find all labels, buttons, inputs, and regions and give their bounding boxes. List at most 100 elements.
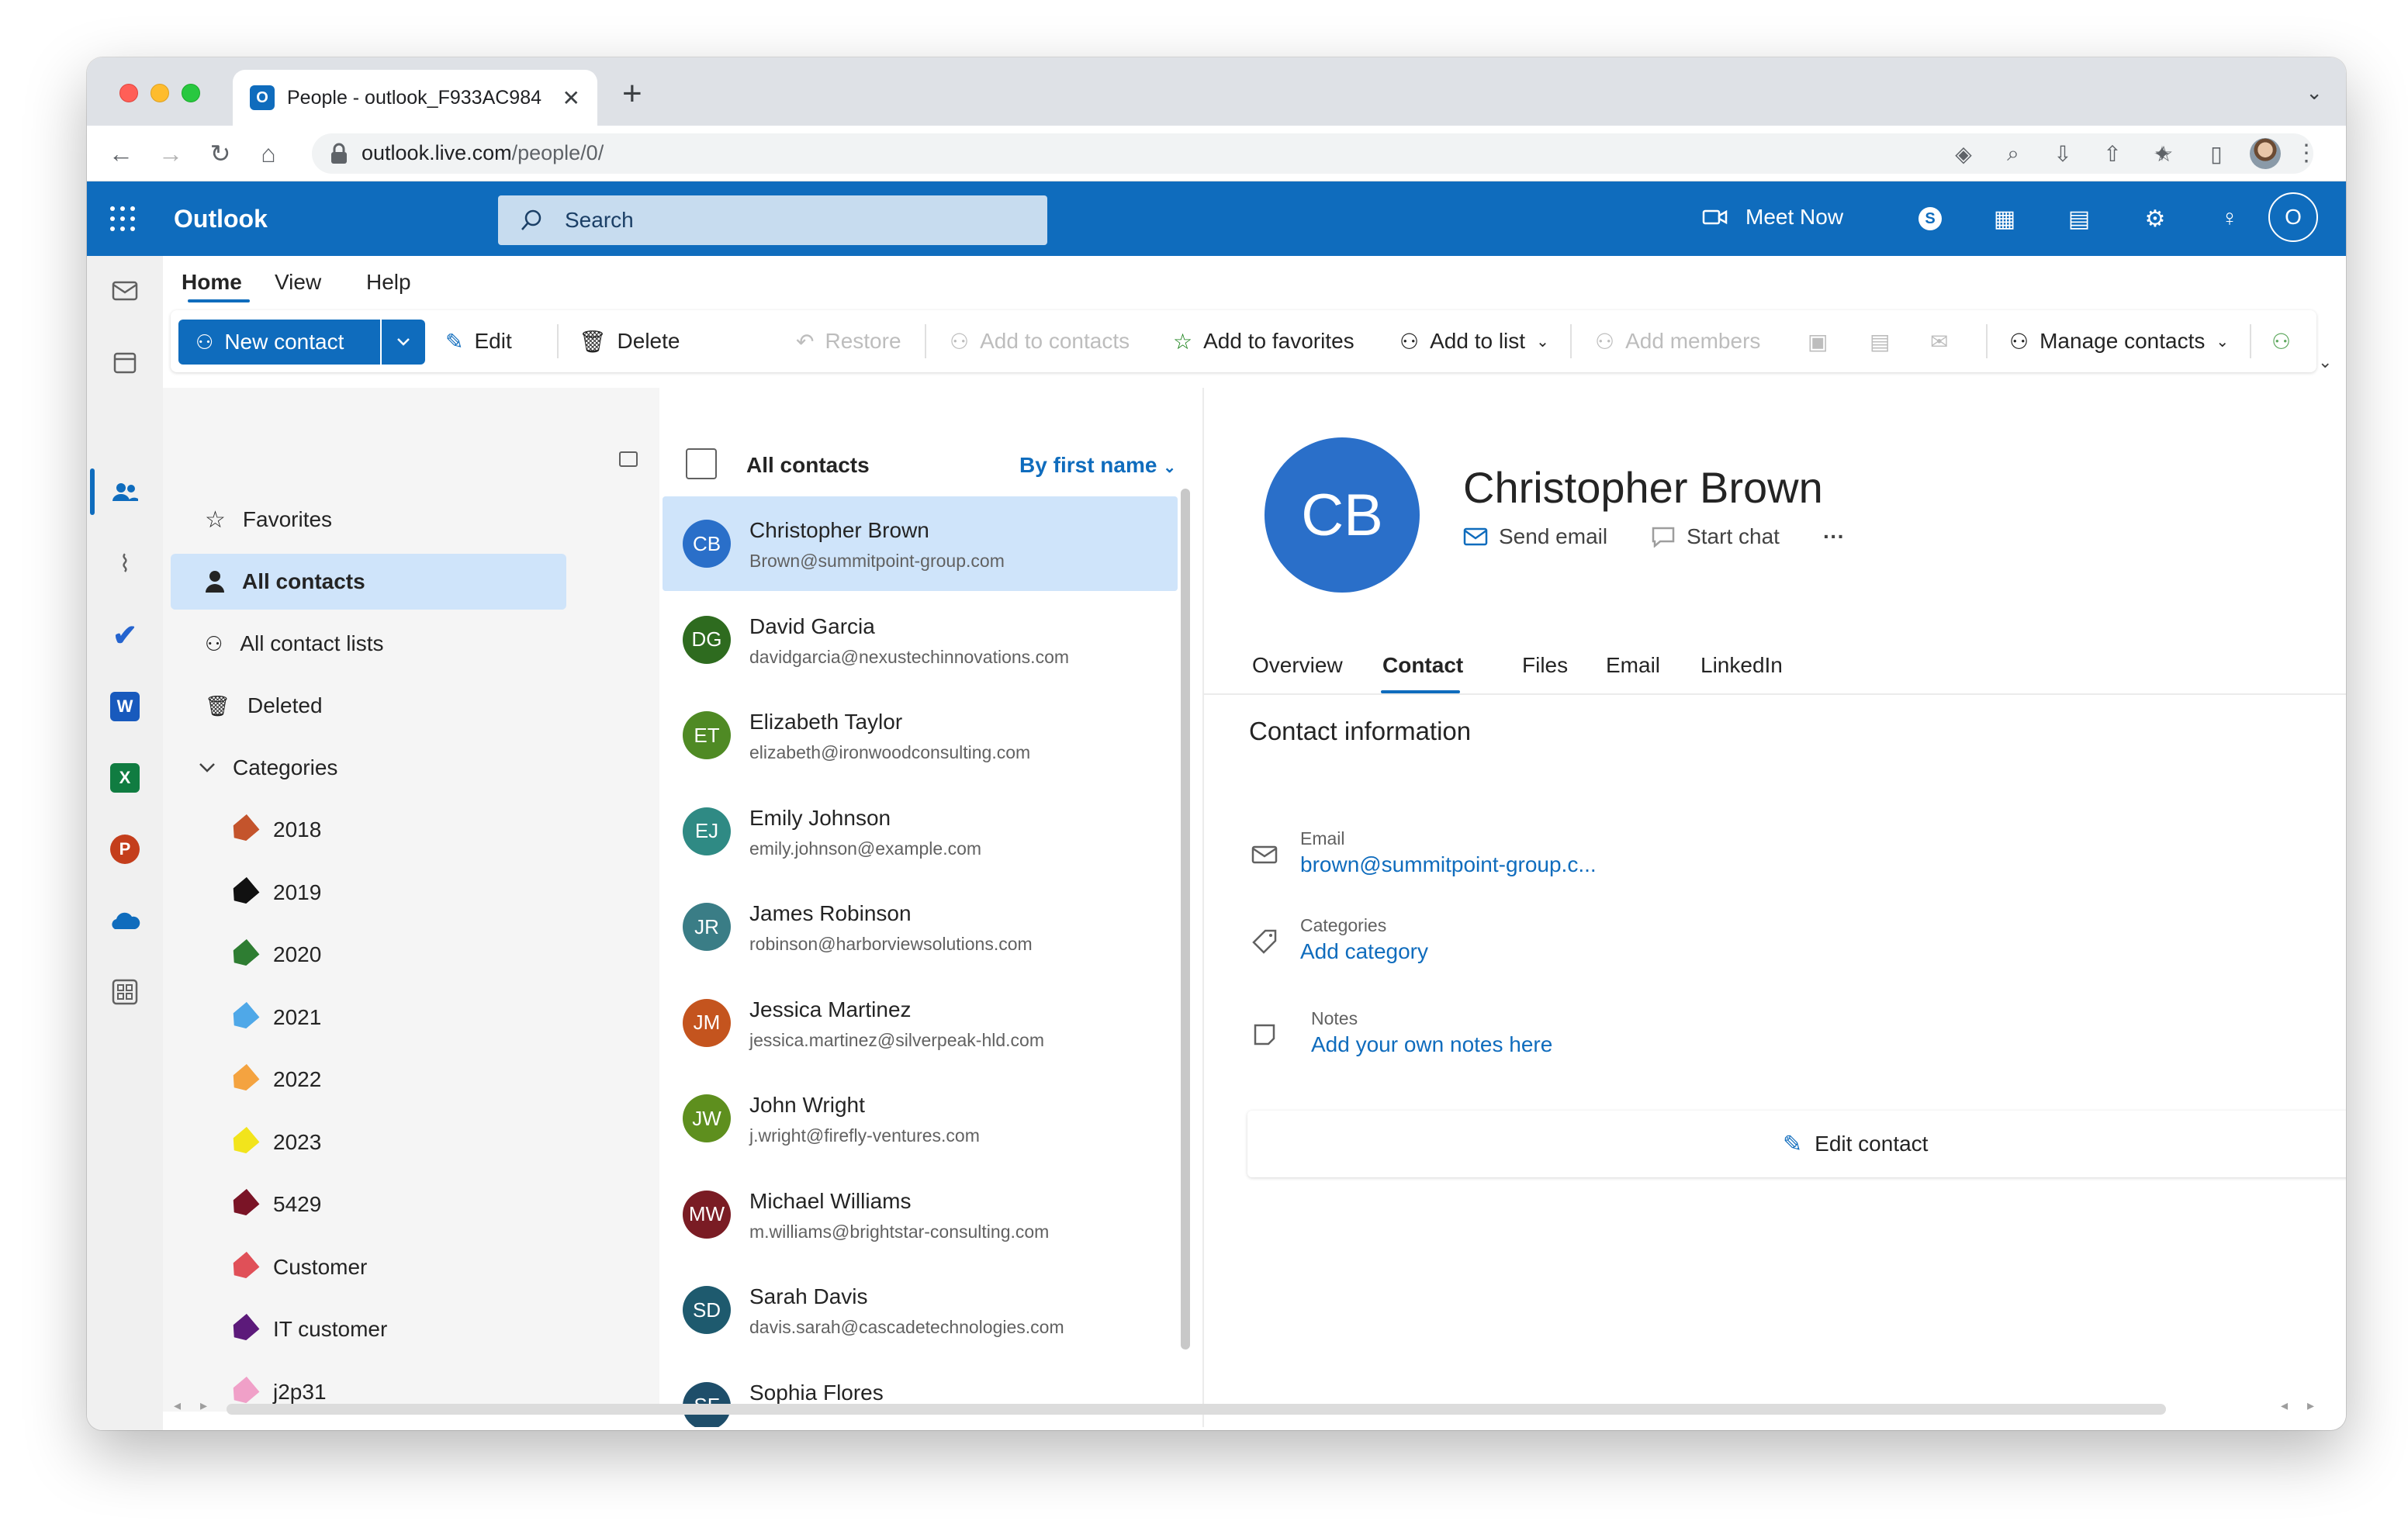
send-email-button[interactable]: Send email (1463, 524, 1607, 549)
contact-list-item[interactable]: EJ Emily Johnson emily.johnson@example.com (663, 784, 1178, 879)
word-icon[interactable]: W (106, 687, 144, 726)
app-launcher-icon[interactable] (107, 203, 138, 234)
install-app-icon[interactable]: ⇩ (2050, 141, 2076, 167)
tab-email[interactable]: Email (1606, 653, 1660, 678)
scroll-right-arrow-icon[interactable]: ▸ (200, 1398, 207, 1414)
add-to-contacts-button[interactable]: ⚇ Add to contacts (950, 310, 1130, 372)
onedrive-cloud-icon[interactable] (106, 901, 144, 940)
contact-list-item[interactable]: SFSophia Flores (663, 1359, 1178, 1427)
zoom-icon[interactable]: ⌕ (2000, 141, 2026, 167)
tab-home[interactable]: Home (182, 270, 242, 295)
export-contact-icon[interactable]: ▤ (1870, 310, 1890, 372)
delete-button[interactable]: 🗑︎ Delete (579, 310, 680, 372)
add-notes-link[interactable]: Add your own notes here (1311, 1032, 1552, 1057)
address-bar[interactable]: outlook.live.com/people/0/ ◈ ⌕ ⇩ ⇧ ☆ (312, 133, 2313, 174)
outlook-brand[interactable]: Outlook (174, 205, 268, 233)
browser-menu-icon[interactable]: ⋮ (2295, 140, 2318, 167)
extensions-puzzle-icon[interactable]: ✦ (2149, 141, 2175, 167)
contact-list-scrollbar[interactable] (1181, 489, 1190, 1350)
browser-profile-avatar[interactable] (2250, 138, 2281, 169)
more-actions-button[interactable]: ··· (1823, 524, 1845, 549)
back-icon[interactable]: ← (104, 137, 138, 171)
new-contact-button[interactable]: ⚇ New contact (178, 320, 379, 365)
folder-all-contact-lists[interactable]: ⚇ All contact lists (171, 616, 566, 672)
category-item[interactable]: 2022 (171, 1052, 566, 1108)
people-icon[interactable] (106, 473, 144, 512)
tab-view[interactable]: View (275, 270, 321, 295)
search-input[interactable]: Search (498, 195, 1047, 245)
add-to-list-button[interactable]: ⚇ Add to list ⌄ (1399, 310, 1549, 372)
settings-gear-icon[interactable]: ⚙ (2140, 203, 2171, 234)
powerpoint-icon[interactable]: P (106, 830, 144, 869)
category-item[interactable]: 2020 (171, 927, 566, 983)
close-tab-icon[interactable]: ✕ (562, 85, 580, 111)
category-item[interactable]: 2021 (171, 990, 566, 1045)
office-icon[interactable]: ▦ (1989, 203, 2020, 234)
attachment-paperclip-icon[interactable]: ⌇ (106, 544, 144, 583)
account-avatar[interactable]: O (2268, 192, 2318, 242)
tab-contact[interactable]: Contact (1382, 653, 1463, 678)
category-item[interactable]: 2023 (171, 1115, 566, 1170)
tab-search-chevron-icon[interactable]: ⌄ (2306, 81, 2323, 105)
forward-icon[interactable]: → (154, 137, 188, 171)
people-sync-icon[interactable]: ⚇ (2271, 310, 2291, 372)
start-chat-button[interactable]: Start chat (1651, 524, 1780, 549)
calendar-icon[interactable] (106, 343, 144, 382)
restore-button[interactable]: ↶ Restore (796, 310, 901, 372)
contact-card-icon[interactable]: ▣ (1808, 310, 1828, 372)
browser-tab[interactable]: O People - outlook_F933AC984 ✕ (233, 70, 597, 126)
category-item[interactable]: IT customer (171, 1301, 566, 1357)
tips-lightbulb-icon[interactable]: ♀ (2214, 203, 2245, 234)
category-item[interactable]: 5429 (171, 1177, 566, 1232)
meet-now-button[interactable]: Meet Now (1702, 205, 1843, 230)
scroll-left-arrow-icon[interactable]: ◂ (2281, 1398, 2288, 1414)
tab-help[interactable]: Help (366, 270, 411, 295)
contact-list-item[interactable]: CB Christopher Brown Brown@summitpoint-gro… (663, 496, 1178, 591)
minimize-window-button[interactable] (150, 84, 169, 102)
category-item[interactable]: Customer (171, 1239, 566, 1295)
home-icon[interactable]: ⌂ (251, 137, 285, 171)
manage-contacts-button[interactable]: ⚇ Manage contacts ⌄ (2009, 310, 2229, 372)
side-panel-icon[interactable]: ▯ (2203, 141, 2230, 167)
todo-check-icon[interactable]: ✔ (106, 616, 144, 655)
folder-deleted[interactable]: 🗑︎ Deleted (171, 678, 566, 734)
tab-files[interactable]: Files (1522, 653, 1568, 678)
sort-by-dropdown[interactable]: By first name ⌄ (1019, 453, 1176, 478)
skype-icon[interactable]: S (1915, 203, 1946, 234)
maximize-window-button[interactable] (182, 84, 200, 102)
new-contact-dropdown-chevron-icon[interactable] (380, 320, 425, 365)
edit-button[interactable]: ✎ Edit (445, 310, 512, 372)
contact-list-item[interactable]: SD Sarah Davis davis.sarah@cascadetechnolo… (663, 1263, 1178, 1357)
add-to-favorites-button[interactable]: ☆ Add to favorites (1173, 310, 1354, 372)
collapse-pane-icon[interactable] (619, 451, 638, 467)
close-window-button[interactable] (119, 84, 138, 102)
share-icon[interactable]: ⇧ (2099, 141, 2126, 167)
contact-list-item[interactable]: DG David Garcia davidgarcia@nexustechinnov… (663, 593, 1178, 687)
email-link[interactable]: brown@summitpoint-group.c... (1300, 852, 1597, 877)
horizontal-scrollbar[interactable] (227, 1404, 2166, 1415)
folder-all-contacts[interactable]: All contacts (171, 554, 566, 610)
scroll-right-arrow-icon[interactable]: ▸ (2307, 1398, 2314, 1414)
contact-list-item[interactable]: JR James Robinson robinson@harborviewsolut… (663, 880, 1178, 974)
folder-favorites[interactable]: ☆ Favorites (171, 492, 566, 548)
contact-list-item[interactable]: JM Jessica Martinez jessica.martinez@silve… (663, 976, 1178, 1070)
category-item[interactable]: 2018 (171, 802, 566, 858)
mail-icon[interactable] (106, 271, 144, 310)
folder-categories[interactable]: Categories (171, 740, 566, 796)
reload-icon[interactable]: ↻ (203, 137, 237, 171)
eye-off-icon[interactable]: ◈ (1950, 141, 1977, 167)
tab-overview[interactable]: Overview (1252, 653, 1343, 678)
my-day-icon[interactable]: ▤ (2064, 203, 2095, 234)
scroll-left-arrow-icon[interactable]: ◂ (174, 1398, 181, 1414)
add-category-link[interactable]: Add category (1300, 939, 1428, 964)
select-all-checkbox[interactable] (686, 448, 717, 479)
ribbon-expand-chevron-icon[interactable]: ⌄ (2318, 352, 2332, 372)
more-apps-icon[interactable] (106, 973, 144, 1011)
new-tab-button[interactable]: + (622, 74, 642, 113)
email-group-icon[interactable]: ✉ (1930, 310, 1948, 372)
add-members-button[interactable]: ⚇ Add members (1595, 310, 1760, 372)
excel-icon[interactable]: X (106, 759, 144, 797)
contact-list-item[interactable]: JW John Wright j.wright@firefly-ventures.c… (663, 1071, 1178, 1166)
category-item[interactable]: 2019 (171, 865, 566, 921)
contact-list-item[interactable]: MW Michael Williams m.williams@brightstar-… (663, 1167, 1178, 1262)
